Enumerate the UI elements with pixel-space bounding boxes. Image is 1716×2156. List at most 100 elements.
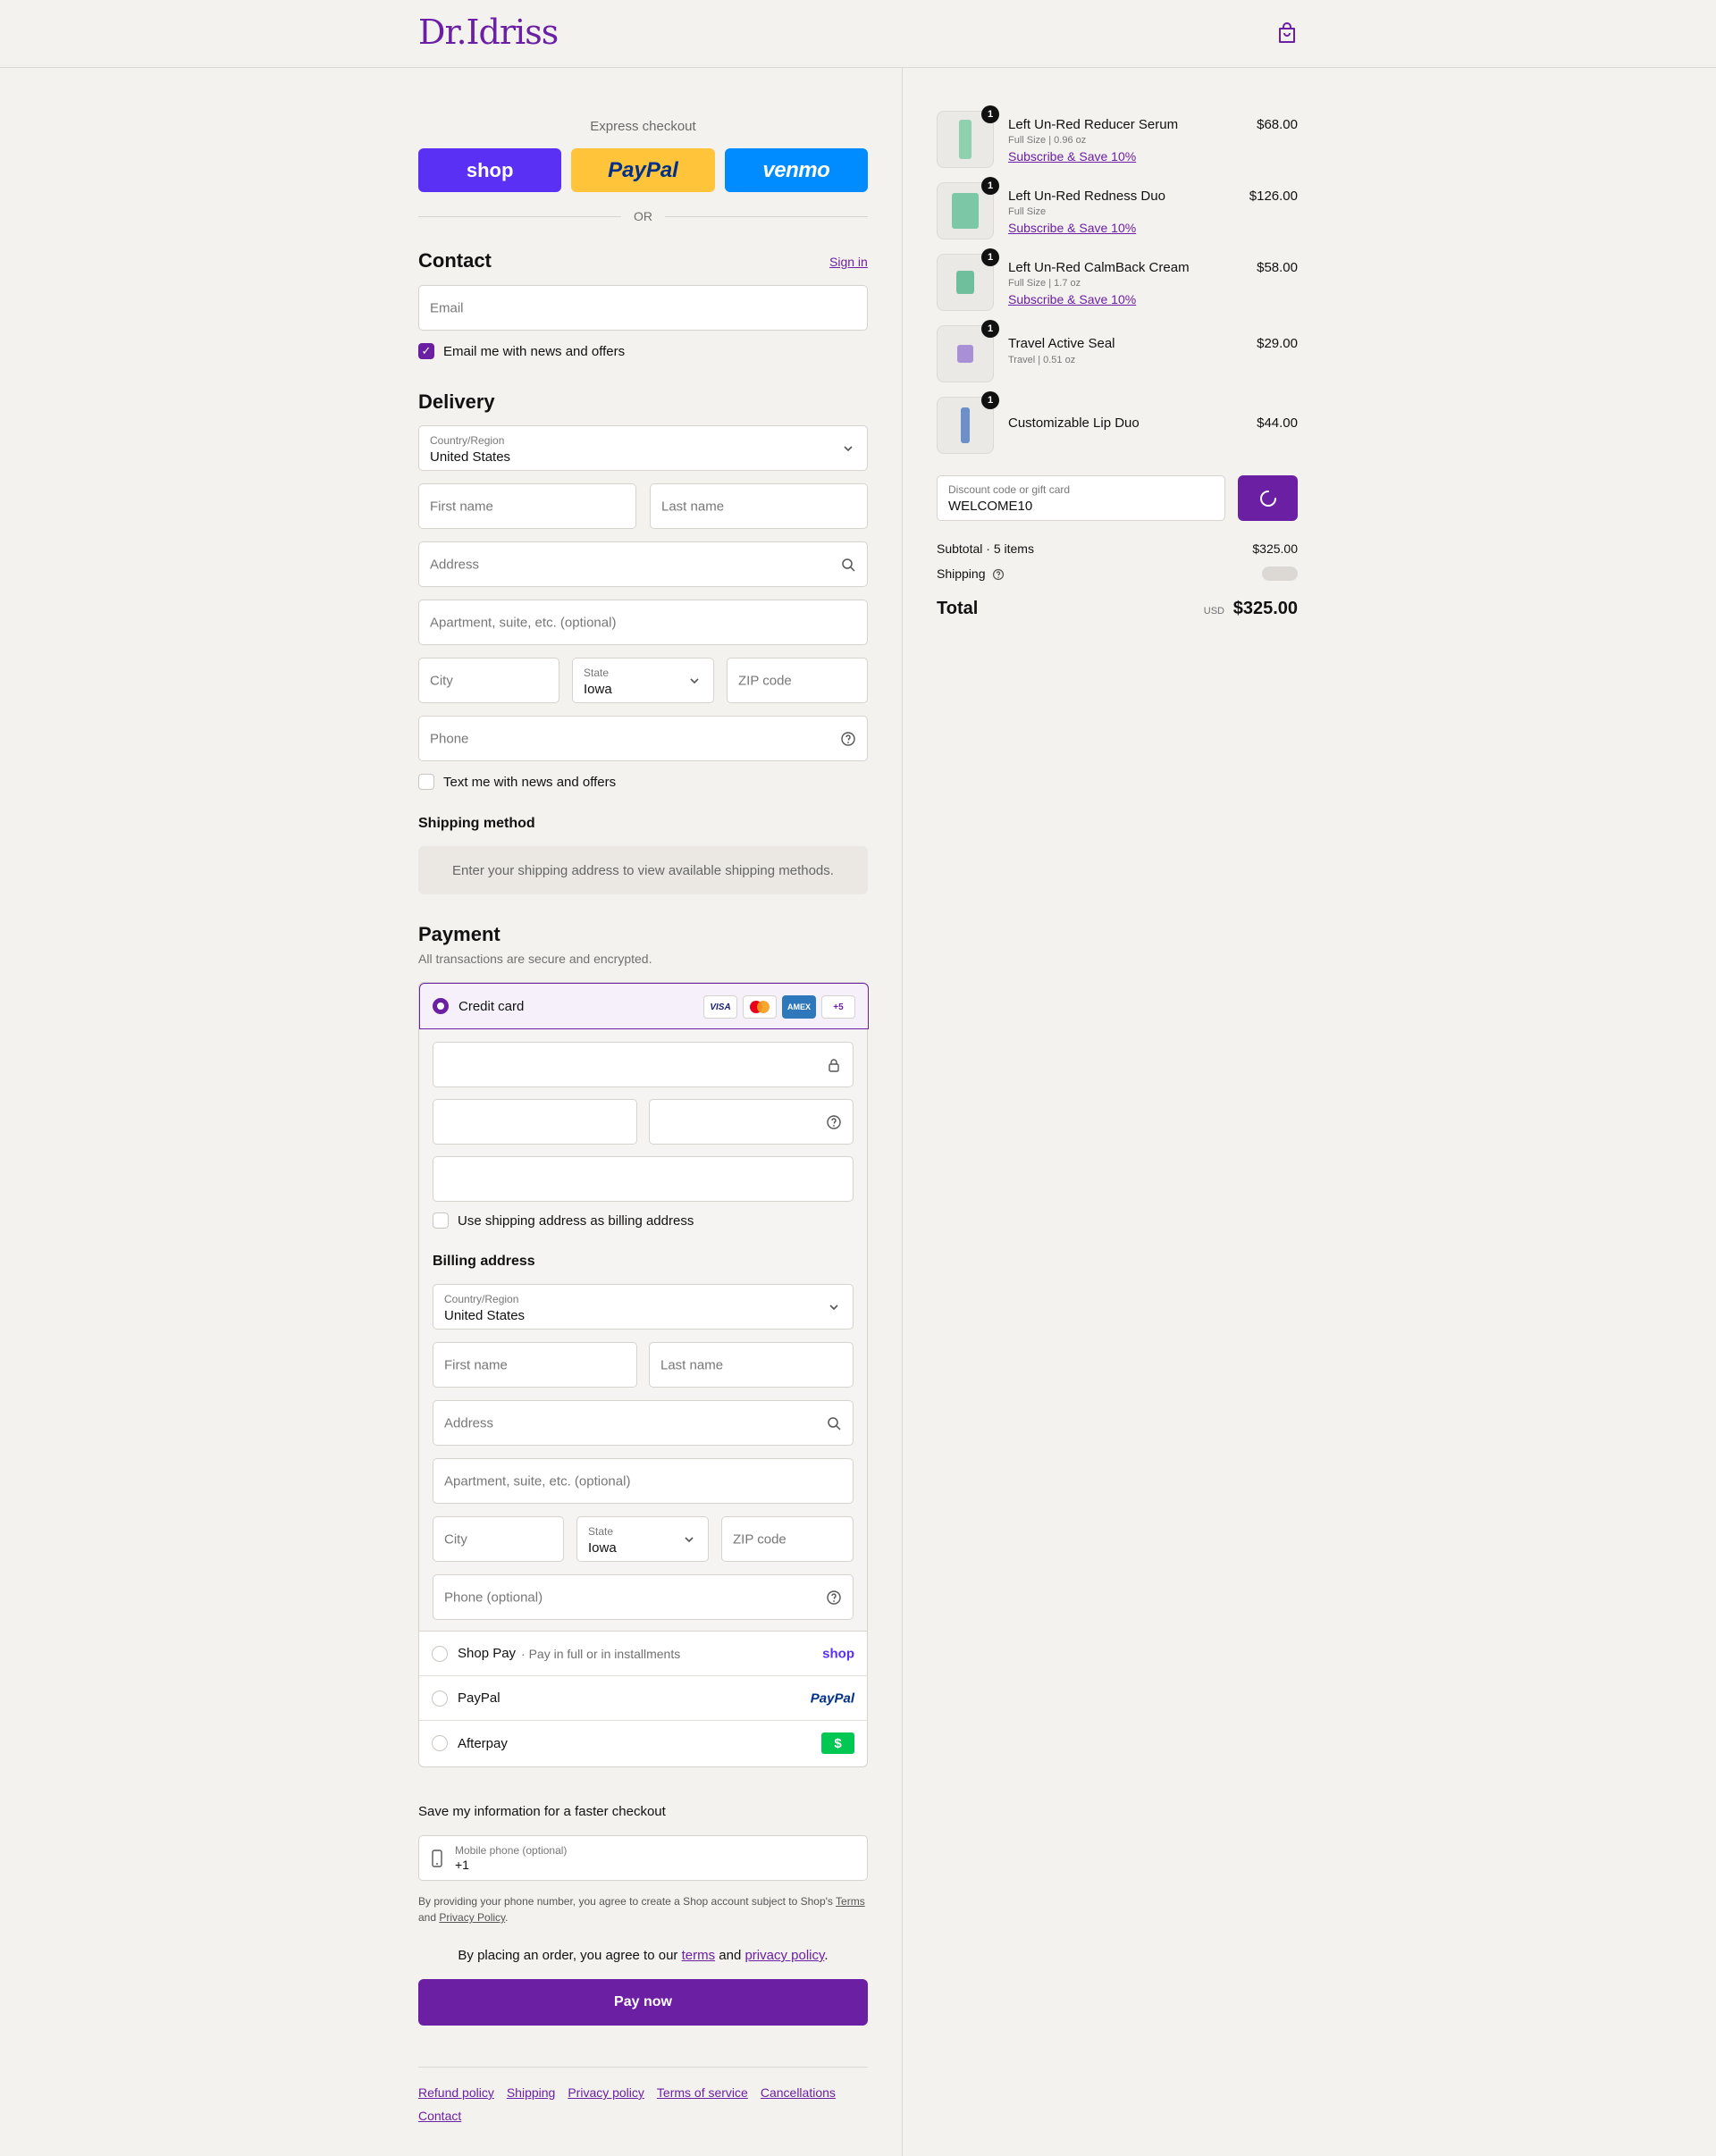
shipping-methods-placeholder: Enter your shipping address to view avai… (418, 846, 868, 894)
shop-pay-option[interactable]: Shop Pay · Pay in full or in installment… (419, 1632, 867, 1676)
privacy-policy-link[interactable]: privacy policy (744, 1948, 824, 1963)
chevron-down-icon (844, 445, 853, 451)
cancellations-link[interactable]: Cancellations (761, 2085, 836, 2100)
pay-now-button[interactable]: Pay now (418, 1979, 868, 2026)
terms-of-service-link[interactable]: Terms of service (657, 2085, 748, 2100)
shop-terms-link[interactable]: Terms (836, 1895, 865, 1908)
name-on-card-field[interactable] (433, 1156, 854, 1202)
express-checkout-buttons: shop PayPal venmo (418, 148, 868, 192)
radio-icon[interactable] (432, 1735, 448, 1751)
quantity-badge: 1 (981, 320, 999, 338)
billing-phone-field[interactable]: Phone (optional) (433, 1574, 854, 1620)
last-name-field[interactable]: Last name (650, 483, 868, 529)
shipping-link[interactable]: Shipping (507, 2085, 556, 2100)
first-name-field[interactable]: First name (418, 483, 636, 529)
terms-link[interactable]: terms (682, 1948, 716, 1963)
billing-state-select[interactable]: State Iowa (576, 1516, 709, 1562)
shop-pay-express-button[interactable]: shop (418, 148, 562, 192)
item-price: $68.00 (1257, 117, 1298, 132)
help-circle-icon[interactable] (840, 731, 856, 747)
address-field[interactable]: Address (418, 541, 868, 587)
loading-spinner-icon (1259, 490, 1276, 507)
card-number-field[interactable] (433, 1042, 854, 1087)
search-icon (842, 558, 855, 572)
venmo-express-button[interactable]: venmo (724, 148, 868, 192)
apply-discount-button[interactable] (1238, 475, 1298, 521)
delivery-title: Delivery (418, 390, 495, 413)
text-news-checkbox-row[interactable]: Text me with news and offers (418, 774, 616, 790)
item-meta: Full Size | 0.96 oz (1008, 135, 1087, 146)
radio-icon[interactable] (432, 1690, 448, 1707)
afterpay-option[interactable]: Afterpay $ (419, 1721, 867, 1766)
item-name: Customizable Lip Duo (1008, 415, 1140, 431)
quantity-badge: 1 (981, 105, 999, 123)
total-label: Total (937, 599, 979, 618)
phone-field[interactable]: Phone (418, 716, 868, 761)
contact-link[interactable]: Contact (418, 2109, 461, 2123)
chevron-down-icon (690, 677, 699, 684)
subscribe-save-link[interactable]: Subscribe & Save 10% (1008, 292, 1136, 306)
checkbox-icon[interactable] (433, 1212, 449, 1229)
checkbox-icon[interactable] (418, 774, 434, 790)
email-news-checkbox-row[interactable]: ✓ Email me with news and offers (418, 343, 625, 359)
country-select[interactable]: Country/Region United States (418, 425, 868, 471)
brand-logo[interactable]: Dr.Idriss (418, 13, 559, 52)
security-code-field[interactable] (649, 1099, 854, 1145)
quantity-badge: 1 (981, 177, 999, 195)
chevron-down-icon (685, 1536, 694, 1542)
paypal-express-button[interactable]: PayPal (571, 148, 715, 192)
radio-icon[interactable] (432, 1645, 448, 1662)
subscribe-save-link[interactable]: Subscribe & Save 10% (1008, 149, 1136, 164)
item-name: Left Un-Red Reducer Serum (1008, 117, 1179, 132)
billing-city-field[interactable]: City (433, 1516, 564, 1562)
email-field[interactable]: Email (418, 285, 868, 331)
item-price: $44.00 (1257, 415, 1298, 431)
subscribe-save-link[interactable]: Subscribe & Save 10% (1008, 221, 1136, 235)
billing-apartment-field[interactable]: Apartment, suite, etc. (optional) (433, 1458, 854, 1504)
quantity-badge: 1 (981, 391, 999, 409)
paypal-option[interactable]: PayPal PayPal (419, 1676, 867, 1721)
state-select[interactable]: State Iowa (572, 658, 714, 703)
help-circle-icon[interactable] (826, 1114, 842, 1130)
use-shipping-billing-checkbox-row[interactable]: Use shipping address as billing address (433, 1212, 694, 1229)
billing-address-field[interactable]: Address (433, 1400, 854, 1446)
subtotal-row: Subtotal · 5 items $325.00 (937, 541, 1298, 556)
payment-title: Payment (418, 923, 500, 945)
help-circle-icon[interactable] (992, 568, 1005, 581)
subtotal-label: Subtotal · 5 items (937, 541, 1034, 556)
payment-methods: Credit card VISA AMEX +5 Use shipping ad… (418, 982, 869, 1767)
shipping-loading-placeholder (1262, 566, 1298, 581)
billing-zip-field[interactable]: ZIP code (721, 1516, 854, 1562)
shopping-bag-icon[interactable] (1276, 21, 1298, 45)
billing-last-name-field[interactable]: Last name (649, 1342, 854, 1388)
checkbox-checked-icon[interactable]: ✓ (418, 343, 434, 359)
privacy-policy-footer-link[interactable]: Privacy policy (568, 2085, 644, 2100)
amex-icon: AMEX (782, 995, 816, 1019)
refund-policy-link[interactable]: Refund policy (418, 2085, 494, 2100)
shipping-row: Shipping (937, 566, 1298, 581)
item-price: $29.00 (1257, 336, 1298, 351)
mobile-phone-field[interactable]: Mobile phone (optional) +1 (418, 1835, 868, 1881)
shipping-label: Shipping (937, 566, 986, 581)
sign-in-link[interactable]: Sign in (829, 255, 868, 269)
item-price: $126.00 (1249, 189, 1298, 204)
credit-card-option[interactable]: Credit card VISA AMEX +5 (419, 983, 869, 1029)
discount-code-field[interactable]: Discount code or gift card WELCOME10 (937, 475, 1225, 521)
zip-field[interactable]: ZIP code (727, 658, 868, 703)
shop-privacy-link[interactable]: Privacy Policy (439, 1911, 505, 1924)
billing-first-name-field[interactable]: First name (433, 1342, 637, 1388)
total-row: Total USD $325.00 (937, 599, 1298, 619)
apartment-field[interactable]: Apartment, suite, etc. (optional) (418, 600, 868, 645)
chevron-down-icon (829, 1304, 838, 1310)
currency-code: USD (1203, 606, 1224, 617)
radio-selected-icon[interactable] (433, 998, 449, 1014)
item-name: Left Un-Red Redness Duo (1008, 189, 1165, 204)
help-circle-icon[interactable] (826, 1590, 842, 1606)
billing-country-select[interactable]: Country/Region United States (433, 1284, 854, 1330)
payment-subtitle: All transactions are secure and encrypte… (418, 952, 652, 966)
credit-card-form: Use shipping address as billing address … (419, 1029, 867, 1632)
expiration-field[interactable] (433, 1099, 637, 1145)
item-price: $58.00 (1257, 260, 1298, 275)
city-field[interactable]: City (418, 658, 559, 703)
lock-icon (829, 1058, 839, 1072)
